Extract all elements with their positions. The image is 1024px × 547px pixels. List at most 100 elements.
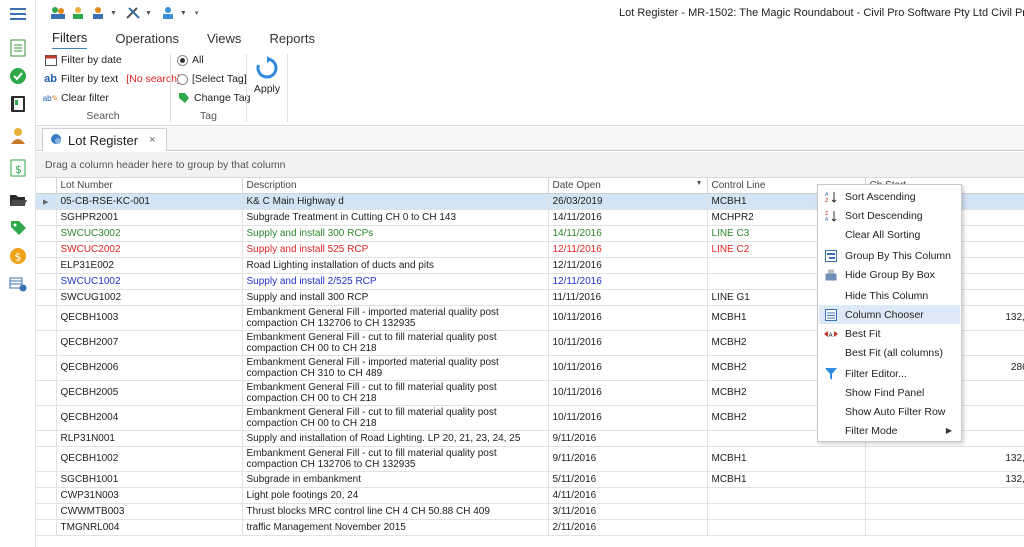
select-tag-radio[interactable]: [Select Tag] [177,73,247,85]
cell-lot-number[interactable]: ELP31E002 [56,257,243,274]
users-icon[interactable] [70,5,86,21]
cell-date-open[interactable]: 10/11/2016 [548,330,708,356]
cell-date-open[interactable]: 9/11/2016 [548,446,708,472]
menu-hide-group-by-box[interactable]: Hide Group By Box [819,265,960,284]
invoice-dollar-icon[interactable]: $ [8,158,28,178]
table-row[interactable]: CWWMTB003 Thrust blocks MRC control line … [36,503,1024,520]
cell-description[interactable]: Embankment General Fill - cut to fill ma… [242,405,549,431]
cell-lot-number[interactable]: QECBH2004 [56,405,243,431]
cell-date-open[interactable]: 12/11/2016 [548,241,708,258]
tab-views[interactable]: Views [207,31,241,49]
cell-control-line[interactable] [707,487,866,504]
menu-show-auto-filter-row[interactable]: Show Auto Filter Row [819,402,960,421]
cell-date-open[interactable]: 14/11/2016 [548,225,708,242]
apply-button[interactable]: Apply [247,83,287,95]
cell-lot-number[interactable]: QECBH1003 [56,305,243,331]
team-dropdown-icon[interactable] [90,5,106,21]
user-icon[interactable] [160,5,176,21]
column-header-date-open[interactable]: Date Open ▼ [548,178,708,194]
book-icon[interactable] [8,94,28,114]
column-header-lot-number[interactable]: Lot Number [56,178,243,194]
cell-date-open[interactable]: 10/11/2016 [548,380,708,406]
cell-lot-number[interactable]: QECBH1002 [56,446,243,472]
menu-best-fit-all[interactable]: Best Fit (all columns) [819,343,960,362]
cell-date-open[interactable]: 10/11/2016 [548,355,708,381]
cell-description[interactable]: Road Lighting installation of ducts and … [242,257,549,274]
change-tag-button[interactable]: Change Tag [177,92,250,104]
cell-date-open[interactable]: 10/11/2016 [548,305,708,331]
customize-toolbar-icon[interactable]: ▾ [195,9,199,17]
cell-lot-number[interactable]: SWCUC3002 [56,225,243,242]
cell-ch-start[interactable]: 0 [865,519,1024,536]
menu-sort-descending[interactable]: ZA Sort Descending [819,206,960,225]
cell-date-open[interactable]: 26/03/2019 [548,193,708,210]
filter-by-date-button[interactable]: Filter by date [44,54,122,66]
people-icon[interactable] [50,5,66,21]
tab-reports[interactable]: Reports [269,31,315,49]
cell-description[interactable]: Light pole footings 20, 24 [242,487,549,504]
menu-sort-ascending[interactable]: AZ Sort Ascending [819,187,960,206]
tag-all-radio[interactable]: All [177,54,204,66]
cell-date-open[interactable]: 12/11/2016 [548,257,708,274]
cell-lot-number[interactable]: SWCUC1002 [56,273,243,290]
cell-date-open[interactable]: 12/11/2016 [548,273,708,290]
tag-icon[interactable] [8,218,28,238]
refresh-icon[interactable] [255,56,279,80]
close-tab-icon[interactable]: × [149,134,155,146]
cell-ch-start[interactable]: 0 [865,487,1024,504]
table-row[interactable]: SGCBH1001 Subgrade in embankment 5/11/2016… [36,471,1024,488]
cell-date-open[interactable]: 4/11/2016 [548,487,708,504]
cell-description[interactable]: Supply and installation of Road Lighting… [242,430,549,447]
cell-lot-number[interactable]: SGCBH1001 [56,471,243,488]
cell-control-line[interactable] [707,519,866,536]
chevron-down-icon[interactable]: ▼ [110,10,117,17]
cell-lot-number[interactable]: RLP31N001 [56,430,243,447]
cell-control-line[interactable]: MCBH1 [707,446,866,472]
cell-control-line[interactable] [707,503,866,520]
hamburger-menu-icon[interactable] [8,4,28,24]
menu-filter-editor[interactable]: Filter Editor... [819,364,960,383]
cell-ch-start[interactable]: 132,706 [865,446,1024,472]
menu-column-chooser[interactable]: Column Chooser [819,305,960,324]
table-row[interactable]: TMGNRL004 traffic Management November 201… [36,519,1024,536]
chevron-down-icon[interactable]: ▼ [145,10,152,17]
cell-lot-number[interactable]: CWP31N003 [56,487,243,504]
menu-group-by-column[interactable]: Group By This Column [819,246,960,265]
cell-description[interactable]: traffic Management November 2015 [242,519,549,536]
cell-description[interactable]: Supply and install 525 RCP [242,241,549,258]
cell-description[interactable]: Embankment General Fill - cut to fill ma… [242,446,549,472]
cell-date-open[interactable]: 9/11/2016 [548,430,708,447]
cell-date-open[interactable]: 3/11/2016 [548,503,708,520]
column-header-description[interactable]: Description [242,178,549,194]
worker-icon[interactable] [8,126,28,146]
cell-date-open[interactable]: 10/11/2016 [548,405,708,431]
cell-lot-number[interactable]: CWWMTB003 [56,503,243,520]
cell-lot-number[interactable]: QECBH2007 [56,330,243,356]
cell-description[interactable]: Thrust blocks MRC control line CH 4 CH 5… [242,503,549,520]
table-row[interactable]: QECBH1002 Embankment General Fill - cut t… [36,446,1024,472]
settings-grid-icon[interactable] [8,274,28,294]
cell-description[interactable]: Supply and install 300 RCP [242,289,549,306]
cell-lot-number[interactable]: TMGNRL004 [56,519,243,536]
tab-filters[interactable]: Filters [52,30,88,49]
table-row[interactable]: CWP31N003 Light pole footings 20, 24 4/11/… [36,487,1024,504]
cell-description[interactable]: Embankment General Fill - imported mater… [242,355,549,381]
cell-lot-number[interactable]: SGHPR2001 [56,209,243,226]
register-list-icon[interactable] [8,38,28,58]
chevron-down-icon[interactable]: ▼ [180,10,187,17]
cell-description[interactable]: Embankment General Fill - cut to fill ma… [242,380,549,406]
cell-description[interactable]: Embankment General Fill - cut to fill ma… [242,330,549,356]
cell-lot-number[interactable]: QECBH2005 [56,380,243,406]
cell-lot-number[interactable]: 05-CB-RSE-KC-001 [56,193,243,210]
cell-description[interactable]: Supply and install 2/525 RCP [242,273,549,290]
tab-lot-register[interactable]: Lot Register × [42,128,167,151]
cell-control-line[interactable]: MCBH1 [707,471,866,488]
filter-by-text-button[interactable]: ab Filter by text [No search] [44,73,180,85]
cell-ch-start[interactable]: 132,706 [865,471,1024,488]
cell-description[interactable]: Subgrade Treatment in Cutting CH 0 to CH… [242,209,549,226]
group-by-panel[interactable]: Drag a column header here to group by th… [36,152,1024,178]
cell-date-open[interactable]: 2/11/2016 [548,519,708,536]
cell-ch-start[interactable]: 0 [865,503,1024,520]
cell-lot-number[interactable]: QECBH2006 [56,355,243,381]
cell-lot-number[interactable]: SWCUG1002 [56,289,243,306]
